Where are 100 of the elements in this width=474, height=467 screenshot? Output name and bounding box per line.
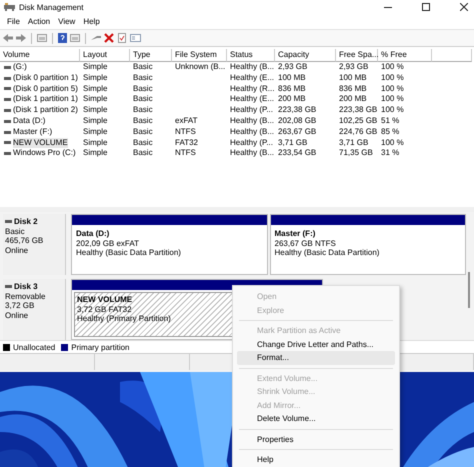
app-icon [4, 3, 15, 11]
legend-label: Primary partition [71, 342, 130, 352]
menu-item[interactable]: Help [79, 17, 104, 26]
table-cell: 100 MB [339, 72, 367, 82]
table-cell: Basic [133, 72, 153, 82]
table-cell: 102,25 GB [339, 116, 378, 125]
empty-column-header [432, 49, 472, 62]
table-cell: Healthy (B... [230, 148, 274, 158]
table-cell: 100 % [381, 105, 404, 114]
table-cell: 223,38 GB [278, 105, 316, 114]
table-cell: Simple [83, 126, 108, 136]
partition-name: NEW VOLUME [77, 295, 132, 304]
table-cell: 71,35 GB [339, 148, 373, 158]
partition-block[interactable]: Master (F:) 263,67 GB NTFS Healthy (Basic Data Partition) [270, 214, 466, 275]
partition-block[interactable]: Data (D:) 202,09 GB exFAT Healthy (Basic Data Partition) [71, 214, 268, 275]
drive-icon [4, 66, 11, 69]
forward-arrow-icon[interactable] [16, 33, 26, 43]
disk-info-panel[interactable]: Disk 3 Removable 3,72 GB Online [3, 279, 66, 340]
disk-size: 465,76 GB [5, 236, 44, 246]
table-cell: 100 % [381, 84, 404, 93]
table-cell: 3,71 GB [278, 138, 308, 147]
menu-item[interactable]: Format... [237, 351, 395, 364]
column-header[interactable]: Status [227, 49, 275, 62]
column-header[interactable]: Volume [0, 49, 80, 62]
volume-name[interactable]: (Disk 0 partition 5) [13, 84, 78, 94]
table-cell: Healthy (B... [230, 62, 274, 71]
volume-name[interactable]: (G:) [13, 62, 27, 73]
partition-name: Data (D:) [76, 229, 110, 238]
table-cell: Healthy (E... [230, 72, 274, 82]
check-document-icon[interactable] [117, 33, 127, 43]
table-cell: Simple [83, 72, 108, 82]
scrollbar[interactable] [468, 272, 470, 308]
table-cell: 3,71 GB [339, 138, 368, 147]
table-cell: Simple [83, 138, 108, 147]
disk-size: 3,72 GB [5, 301, 36, 310]
column-header[interactable]: File System [172, 49, 227, 62]
volume-name[interactable]: NEW VOLUME [13, 138, 68, 148]
menu-item[interactable]: Help [237, 453, 395, 466]
column-header[interactable]: % Free [378, 49, 432, 62]
volume-name[interactable]: Data (D:) [13, 116, 46, 127]
table-cell: 100 MB [278, 72, 306, 82]
table-cell: 100 % [381, 138, 404, 147]
table-cell: Healthy (R... [230, 84, 274, 93]
properties-icon[interactable] [130, 33, 141, 43]
menu-item[interactable]: View [54, 17, 80, 26]
disk-name: Disk 3 [14, 282, 38, 292]
table-cell: Simple [83, 148, 108, 158]
table-cell: NTFS [175, 148, 196, 158]
menu-item[interactable]: File [3, 17, 24, 26]
volume-name[interactable]: (Disk 1 partition 2) [13, 105, 78, 116]
menu-item[interactable]: Delete Volume... [237, 412, 395, 426]
table-cell: NTFS [175, 126, 196, 136]
partition-size: 3,72 GB FAT32 [77, 304, 132, 314]
delete-icon[interactable] [104, 33, 114, 43]
table-cell: Healthy (P... [230, 105, 273, 114]
table-cell: 224,76 GB [339, 126, 378, 136]
column-header[interactable]: Type [130, 49, 172, 62]
table-cell: Basic [133, 105, 153, 114]
table-cell: Healthy (E... [230, 94, 274, 104]
table-cell: 85 % [381, 126, 400, 136]
table-cell: FAT32 [175, 138, 198, 147]
partition-status: Healthy (Basic Data Partition) [274, 248, 380, 258]
window-title: Disk Management [19, 2, 84, 12]
column-header[interactable]: Layout [80, 49, 130, 62]
menu-item[interactable]: Action [24, 17, 54, 26]
legend-label: Unallocated [13, 342, 56, 352]
table-cell: Basic [133, 116, 153, 125]
table-cell: Healthy (B... [230, 126, 274, 136]
table-cell: Basic [133, 62, 153, 71]
column-header[interactable]: Free Spa... [336, 49, 378, 62]
disk-info-panel[interactable]: Disk 2 Basic 465,76 GB Online [3, 214, 66, 275]
table-cell: 200 MB [278, 94, 306, 104]
disk-type: Removable [5, 292, 46, 301]
column-header[interactable]: Capacity [275, 49, 336, 62]
table-cell: Healthy (B... [230, 116, 274, 125]
back-arrow-icon[interactable] [3, 33, 13, 43]
partition-status: Healthy (Basic Data Partition) [76, 248, 181, 258]
partition-name: Master (F:) [274, 229, 316, 238]
table-cell: 263,67 GB [278, 126, 316, 136]
maximize-icon[interactable] [422, 3, 430, 11]
volume-name[interactable]: (Disk 1 partition 1) [13, 94, 78, 106]
table-cell: 51 % [381, 116, 400, 125]
disk-status: Online [5, 246, 30, 255]
table-cell: Simple [83, 94, 108, 104]
table-cell: 836 MB [278, 84, 306, 93]
table-cell: Healthy (P... [230, 138, 273, 147]
volume-name[interactable]: (Disk 0 partition 1) [13, 72, 78, 84]
panel-icon[interactable] [37, 33, 47, 43]
table-cell: Simple [83, 62, 108, 71]
volume-name[interactable]: Windows Pro (C:) [13, 148, 76, 160]
menu-item[interactable]: Change Drive Letter and Paths... [237, 338, 395, 351]
menu-item[interactable]: Properties [237, 432, 395, 446]
table-cell: Simple [83, 84, 108, 93]
partition-status: Healthy (Primary Partition) [77, 314, 171, 324]
table-cell: 200 MB [339, 94, 367, 104]
drive-icon [4, 98, 11, 102]
close-icon[interactable] [460, 3, 468, 11]
drive-icon [4, 152, 11, 156]
volume-name[interactable]: Master (F:) [13, 126, 52, 138]
help-icon[interactable] [58, 33, 67, 43]
